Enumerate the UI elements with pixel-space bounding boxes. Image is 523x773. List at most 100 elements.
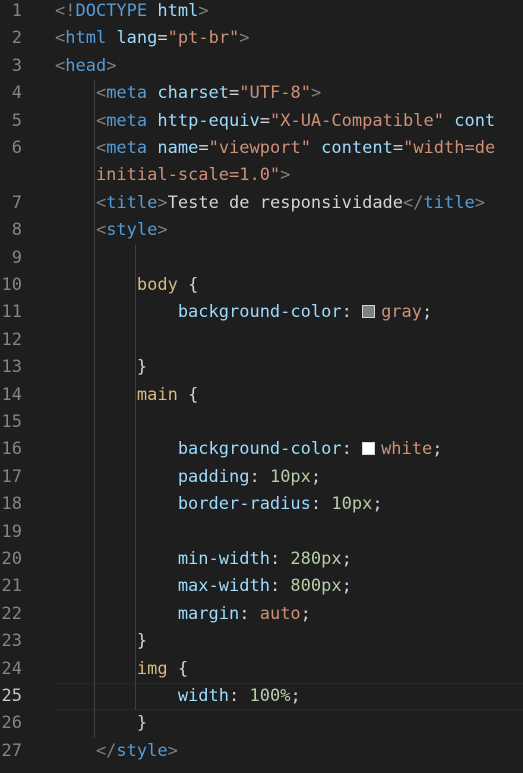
code-token: ; — [341, 549, 352, 569]
code-line[interactable]: </style> — [55, 738, 178, 765]
code-token: : — [341, 302, 363, 323]
code-line[interactable]: <title>Teste de responsividade</title> — [55, 190, 485, 217]
code-line[interactable]: min-width: 280px; — [55, 546, 352, 573]
code-line[interactable]: body { — [55, 272, 198, 299]
code-token: = — [259, 110, 270, 131]
line-number: 16 — [1, 439, 22, 460]
line-number: 23 — [1, 631, 22, 652]
code-line[interactable]: width: 100%; — [55, 683, 301, 710]
code-line[interactable]: padding: 10px; — [55, 464, 321, 491]
code-token: head — [65, 55, 107, 76]
code-token: lang — [106, 28, 158, 49]
code-token: > — [239, 28, 250, 49]
code-token: http-equiv — [147, 110, 260, 131]
line-number: 6 — [11, 138, 22, 158]
code-token: } — [55, 713, 148, 734]
line-number: 13 — [1, 357, 22, 378]
code-token: : — [269, 576, 291, 597]
code-line[interactable]: } — [55, 354, 147, 381]
line-number: 10 — [1, 275, 22, 295]
code-token: initial-scale=1.0" — [55, 165, 281, 186]
color-swatch-icon[interactable] — [362, 442, 376, 456]
code-area[interactable]: <!DOCTYPE html> <html lang="pt-br"> <head>… — [55, 0, 523, 773]
code-line[interactable]: initial-scale=1.0"> — [55, 162, 290, 189]
code-line[interactable]: } — [55, 710, 147, 737]
code-token: "X-UA-Compatible" — [269, 110, 444, 131]
line-number: 7 — [11, 192, 22, 213]
code-line[interactable]: <style> — [55, 217, 168, 244]
line-number: 9 — [11, 247, 22, 268]
code-token: meta — [106, 83, 148, 104]
code-token: gray — [381, 302, 423, 323]
code-token: > — [198, 1, 209, 21]
code-token: 10px — [269, 466, 311, 487]
code-token: ; — [422, 302, 433, 323]
code-token: { — [177, 275, 199, 295]
code-line[interactable]: <html lang="pt-br"> — [55, 25, 250, 52]
code-line[interactable]: <meta charset="UTF-8"> — [55, 80, 321, 107]
code-token: : — [239, 603, 260, 624]
code-token: </ — [403, 192, 424, 213]
code-token: "width=de — [403, 138, 496, 158]
color-swatch-icon[interactable] — [362, 305, 376, 319]
code-token: 100% — [249, 686, 291, 706]
code-line[interactable]: <!DOCTYPE html> — [55, 0, 209, 25]
line-number: 25 — [1, 686, 22, 706]
code-line[interactable]: <head> — [55, 53, 116, 80]
code-line[interactable]: <meta name="viewport" content="width=de — [55, 135, 495, 162]
line-number: 15 — [1, 412, 22, 432]
code-line[interactable]: border-radius: 10px; — [55, 491, 383, 518]
code-line[interactable]: } — [55, 628, 147, 655]
code-token: > — [474, 192, 485, 213]
code-token: > — [157, 220, 168, 241]
code-line[interactable]: main { — [55, 382, 198, 409]
code-editor[interactable]: 1 2 3 4 5 6 7 8 9 10 11 12 13 14 15 16 17 18 19 20 21 22 23 24 2… — [0, 0, 523, 773]
code-token: ; — [372, 494, 383, 515]
code-token: > — [280, 165, 291, 186]
code-line[interactable]: background-color: white; — [55, 436, 443, 463]
code-token: "UTF-8" — [239, 83, 311, 104]
line-number: 26 — [1, 713, 22, 734]
code-token: Teste de responsividade — [167, 192, 404, 213]
line-number: 24 — [1, 658, 22, 679]
code-token: { — [167, 658, 189, 679]
code-token: meta — [106, 110, 148, 131]
line-number: 19 — [1, 521, 22, 542]
code-token: cont — [443, 110, 496, 131]
code-token: < — [55, 138, 107, 158]
code-token: = — [198, 138, 209, 158]
code-line[interactable]: background-color: gray; — [55, 299, 432, 326]
code-token: < — [55, 110, 107, 131]
code-line[interactable]: img { — [55, 656, 188, 683]
code-token: > — [310, 83, 322, 104]
line-number: 18 — [1, 494, 22, 515]
code-token: : — [341, 439, 363, 460]
line-number: 8 — [11, 220, 22, 241]
code-token: "viewport" — [208, 138, 311, 158]
code-token: { — [177, 384, 199, 405]
code-token: <! — [55, 1, 76, 21]
code-line[interactable]: max-width: 800px; — [55, 573, 352, 600]
code-token: "pt-br" — [167, 28, 240, 49]
code-token: title — [106, 192, 158, 213]
line-number: 27 — [1, 740, 22, 761]
code-line[interactable]: <meta http-equiv="X-UA-Compatible" cont — [55, 108, 495, 135]
line-number — [0, 162, 22, 189]
code-token: padding — [55, 466, 250, 487]
line-number: 22 — [1, 603, 22, 624]
code-token: body — [55, 275, 178, 295]
line-number: 17 — [1, 466, 22, 487]
code-token: ; — [432, 439, 443, 460]
code-token: > — [157, 192, 168, 213]
code-token: < — [55, 28, 66, 49]
line-number: 14 — [1, 384, 22, 405]
code-token: background-color — [55, 439, 342, 460]
code-token: 10px — [331, 494, 373, 515]
code-token: style — [116, 740, 168, 761]
line-number: 20 — [1, 549, 22, 569]
code-token: : — [229, 686, 250, 706]
code-token: width — [55, 686, 229, 706]
code-token: > — [106, 55, 117, 76]
code-token: = — [392, 138, 404, 158]
code-token: ; — [290, 686, 301, 706]
